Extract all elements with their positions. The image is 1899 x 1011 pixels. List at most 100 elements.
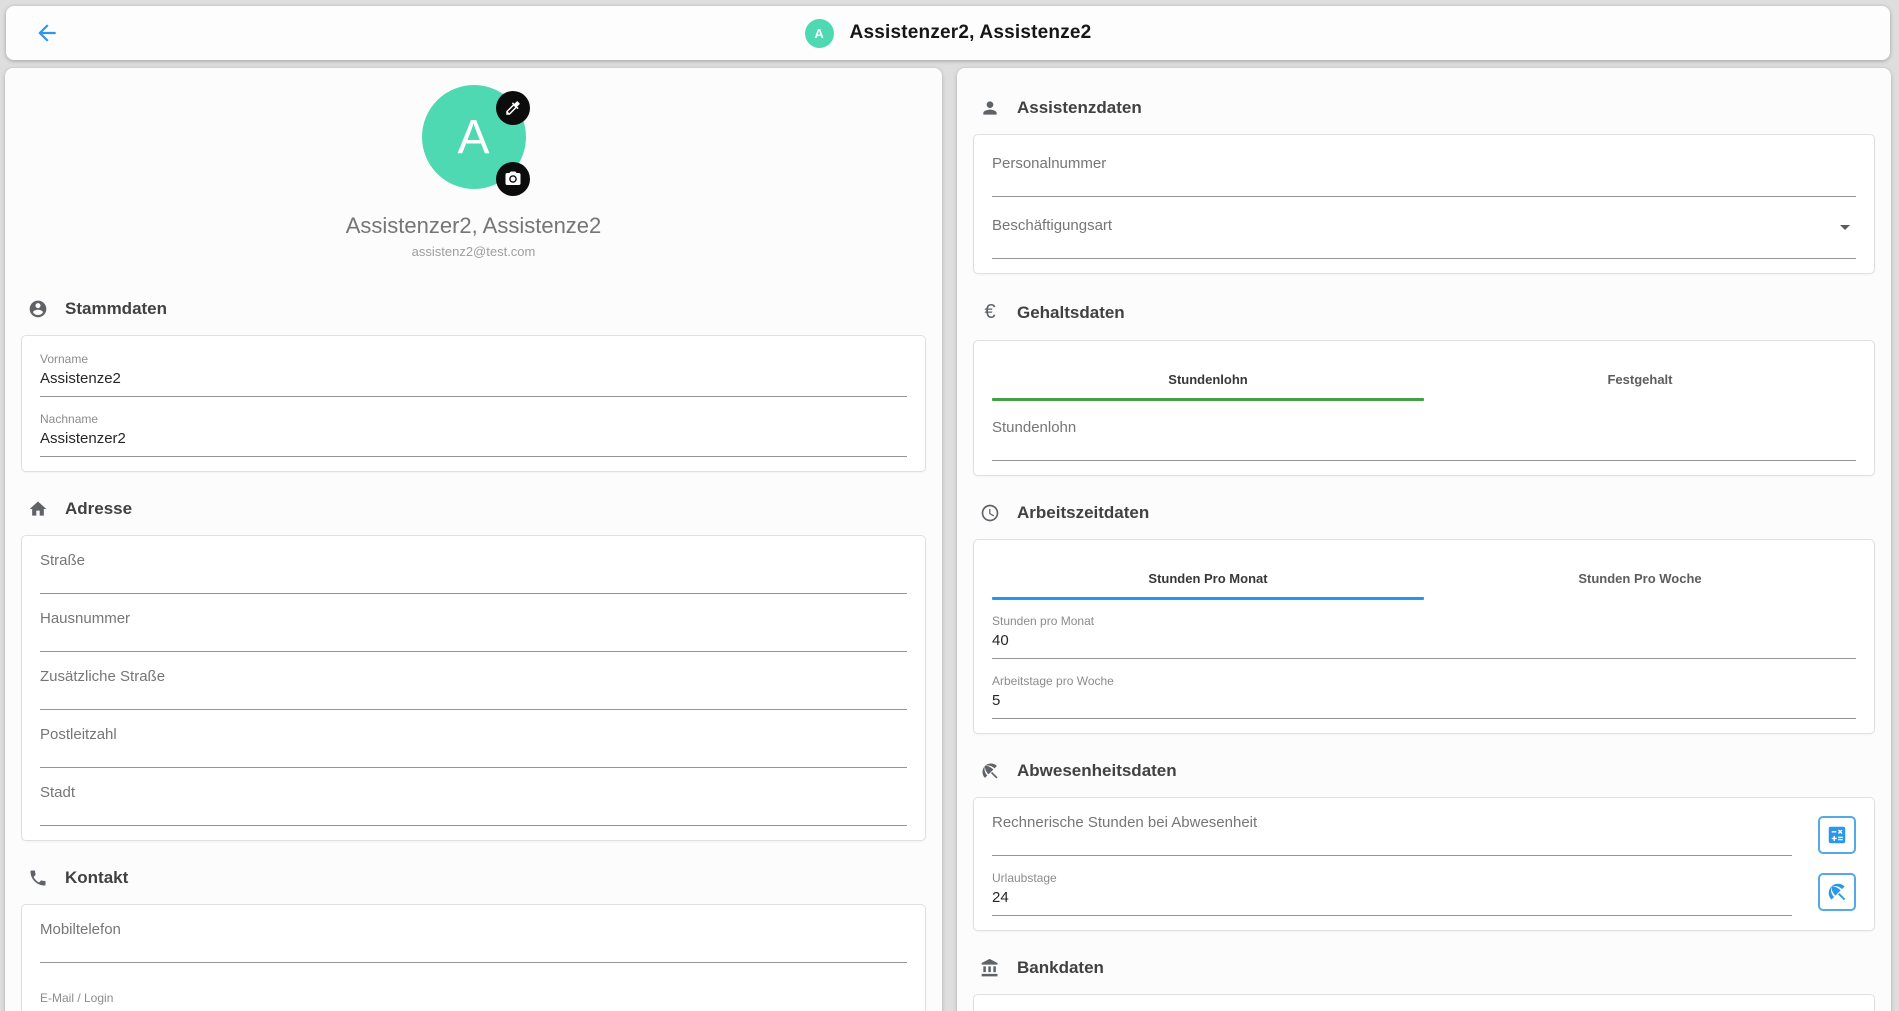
arrow-back-icon — [34, 20, 60, 46]
calculator-icon — [1826, 824, 1848, 846]
person-icon — [980, 98, 1000, 118]
field-underline — [40, 456, 907, 457]
stunden-pro-monat-field[interactable]: Stunden pro Monat 40 — [992, 614, 1856, 659]
field-underline — [40, 825, 907, 826]
profile-avatar-block: A — [422, 85, 526, 189]
bankdaten-section-header: Bankdaten — [957, 958, 1891, 978]
stundenlohn-field[interactable]: Stundenlohn — [992, 419, 1856, 461]
colorize-icon — [504, 99, 522, 117]
stunden-pro-monat-label: Stunden pro Monat — [992, 614, 1856, 628]
urlaubstage-label: Urlaubstage — [992, 871, 1792, 885]
field-underline — [992, 460, 1856, 461]
header-avatar: A — [805, 19, 834, 48]
vacation-days-button[interactable] — [1818, 873, 1856, 911]
abwesenheitsdaten-card: Rechnerische Stunden bei Abwesenheit Url… — [973, 797, 1875, 931]
zusaetzliche-strasse-field[interactable]: Zusätzliche Straße — [40, 668, 907, 710]
adresse-section-header: Adresse — [5, 499, 942, 519]
field-underline — [992, 258, 1856, 259]
personalnummer-field[interactable]: Personalnummer — [992, 155, 1856, 197]
beschaeftigungsart-select[interactable]: Beschäftigungsart — [992, 217, 1856, 259]
field-underline — [40, 593, 907, 594]
back-button[interactable] — [32, 18, 62, 48]
rechnerische-stunden-field[interactable]: Rechnerische Stunden bei Abwesenheit — [992, 814, 1792, 856]
hausnummer-label: Hausnummer — [40, 610, 907, 627]
tab-stunden-pro-monat[interactable]: Stunden Pro Monat — [992, 556, 1424, 600]
mobiltelefon-label: Mobiltelefon — [40, 921, 907, 938]
header-avatar-letter: A — [814, 26, 823, 41]
strasse-field[interactable]: Straße — [40, 552, 907, 594]
camera-icon — [504, 170, 522, 188]
top-bar: A Assistenzer2, Assistenze2 — [6, 6, 1890, 60]
email-login-label: E-Mail / Login — [40, 991, 907, 1005]
clock-icon — [980, 503, 1000, 523]
abwesenheitsdaten-section-header: Abwesenheitsdaten — [957, 761, 1891, 781]
field-underline — [40, 709, 907, 710]
kontakt-title: Kontakt — [65, 868, 128, 888]
arbeitszeitdaten-section-header: Arbeitszeitdaten — [957, 503, 1891, 523]
calculate-hours-button[interactable] — [1818, 816, 1856, 854]
field-underline — [992, 855, 1792, 856]
arbeitszeitdaten-card: Stunden Pro Monat Stunden Pro Woche Stun… — [973, 539, 1875, 734]
chevron-down-icon — [1840, 225, 1850, 230]
bankdaten-card: IBAN — [973, 994, 1875, 1011]
field-underline — [40, 396, 907, 397]
stunden-pro-monat-value: 40 — [992, 632, 1856, 649]
profile-email: assistenz2@test.com — [5, 244, 942, 259]
active-tab-indicator — [992, 398, 1424, 401]
nachname-field[interactable]: Nachname Assistenzer2 — [40, 412, 907, 457]
profile-avatar-letter: A — [457, 110, 489, 165]
employee-profile-page: A Assistenzer2, Assistenze2 A Assistenze… — [0, 0, 1899, 1011]
abwesenheitsdaten-title: Abwesenheitsdaten — [1017, 761, 1177, 781]
stammdaten-section-header: Stammdaten — [5, 299, 942, 319]
field-underline — [40, 962, 907, 963]
personalnummer-label: Personalnummer — [992, 155, 1856, 172]
kontakt-card: Mobiltelefon E-Mail / Login assistenz2@t… — [21, 904, 926, 1011]
bankdaten-title: Bankdaten — [1017, 958, 1104, 978]
upload-photo-button[interactable] — [496, 162, 530, 196]
adresse-title: Adresse — [65, 499, 132, 519]
adresse-card: Straße Hausnummer Zusätzliche Straße Pos… — [21, 535, 926, 841]
tab-stunden-pro-woche[interactable]: Stunden Pro Woche — [1424, 556, 1856, 600]
topbar-title-group: A Assistenzer2, Assistenze2 — [805, 19, 1092, 48]
gehaltsdaten-card: Stundenlohn Festgehalt Stundenlohn — [973, 340, 1875, 476]
edit-avatar-color-button[interactable] — [496, 91, 530, 125]
data-panel: Assistenzdaten Personalnummer Beschäftig… — [957, 68, 1891, 1011]
beach-umbrella-icon — [1826, 881, 1848, 903]
phone-icon — [28, 868, 48, 888]
arbeitstage-pro-woche-label: Arbeitstage pro Woche — [992, 674, 1856, 688]
vorname-label: Vorname — [40, 352, 907, 366]
field-underline — [40, 767, 907, 768]
field-underline — [992, 718, 1856, 719]
tab-stundenlohn[interactable]: Stundenlohn — [992, 357, 1424, 401]
urlaubstage-row: Urlaubstage 24 — [992, 871, 1856, 916]
beschaeftigungsart-label: Beschäftigungsart — [992, 217, 1856, 234]
home-icon — [28, 499, 48, 519]
stundenlohn-label: Stundenlohn — [992, 419, 1856, 436]
rechnerische-stunden-row: Rechnerische Stunden bei Abwesenheit — [992, 814, 1856, 856]
vorname-field[interactable]: Vorname Assistenze2 — [40, 352, 907, 397]
profile-panel: A Assistenzer2, Assistenze2 assistenz2@t… — [5, 68, 942, 1011]
urlaubstage-field[interactable]: Urlaubstage 24 — [992, 871, 1792, 916]
field-underline — [992, 196, 1856, 197]
tab-festgehalt[interactable]: Festgehalt — [1424, 357, 1856, 401]
postleitzahl-field[interactable]: Postleitzahl — [40, 726, 907, 768]
profile-name: Assistenzer2, Assistenze2 — [5, 213, 942, 239]
vorname-value: Assistenze2 — [40, 370, 907, 387]
urlaubstage-value: 24 — [992, 889, 1792, 906]
nachname-value: Assistenzer2 — [40, 430, 907, 447]
field-underline — [992, 915, 1792, 916]
arbeitszeitdaten-tabs: Stunden Pro Monat Stunden Pro Woche — [992, 556, 1856, 600]
mobiltelefon-field[interactable]: Mobiltelefon — [40, 921, 907, 963]
assistenzdaten-card: Personalnummer Beschäftigungsart — [973, 134, 1875, 274]
gehaltsdaten-tabs: Stundenlohn Festgehalt — [992, 357, 1856, 401]
hausnummer-field[interactable]: Hausnummer — [40, 610, 907, 652]
gehaltsdaten-title: Gehaltsdaten — [1017, 303, 1125, 323]
page-title: Assistenzer2, Assistenze2 — [850, 22, 1092, 44]
arbeitstage-pro-woche-field[interactable]: Arbeitstage pro Woche 5 — [992, 674, 1856, 719]
person-circle-icon — [28, 299, 48, 319]
stadt-field[interactable]: Stadt — [40, 784, 907, 826]
assistenzdaten-section-header: Assistenzdaten — [957, 98, 1891, 118]
email-login-field[interactable]: E-Mail / Login assistenz2@test.com — [40, 991, 907, 1011]
euro-icon: € — [980, 301, 1000, 324]
arbeitszeitdaten-title: Arbeitszeitdaten — [1017, 503, 1149, 523]
